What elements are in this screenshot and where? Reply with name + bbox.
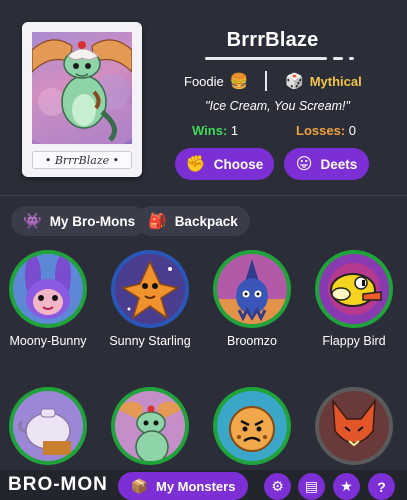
monster-avatar[interactable] <box>315 250 393 328</box>
monster-card[interactable] <box>0 387 96 471</box>
losses-value: 0 <box>348 123 356 138</box>
dragon-avatar-image <box>115 391 185 461</box>
my-monsters-button[interactable]: 📦 My Monsters <box>118 472 248 500</box>
star-icon: ★ <box>340 478 353 494</box>
flappy-bird-avatar-image <box>319 254 389 324</box>
bunny-avatar-image <box>13 254 83 324</box>
monster-name-label: Broomzo <box>226 334 278 348</box>
dice-icon: 🎲 <box>285 72 304 90</box>
trait-foodie: Foodie 🍔 <box>184 70 248 92</box>
fist-icon: ✊ <box>185 156 206 173</box>
tongue-face-icon: 😛 <box>295 156 313 173</box>
teapot-avatar-image <box>13 391 83 461</box>
monster-card[interactable]: Moony-Bunny <box>0 250 96 349</box>
monster-card[interactable] <box>306 387 402 471</box>
name-underline-dot <box>349 57 354 60</box>
losses-stat: Losses: 0 <box>296 123 356 138</box>
bro-mon-logo[interactable]: BRO-MON <box>8 474 108 496</box>
tab-my-bro-mons[interactable]: 👾 My Bro-Mons <box>11 206 148 236</box>
broomzo-avatar-image <box>217 254 287 324</box>
monster-avatar[interactable] <box>111 387 189 465</box>
monster-card[interactable]: Flappy Bird <box>306 250 402 349</box>
dragon-portrait-image <box>32 32 132 144</box>
alien-monster-icon: 👾 <box>23 213 42 230</box>
burger-icon: 🍔 <box>229 72 249 90</box>
wins-stat: Wins: 1 <box>192 123 238 138</box>
trait-row: Foodie 🍔 🎲 Mythical <box>180 70 375 92</box>
starling-avatar-image <box>115 254 185 324</box>
rarity-label: Mythical <box>309 73 362 89</box>
monster-quote: "Ice Cream, You Scream!" <box>205 99 350 113</box>
backpack-icon: 🎒 <box>148 213 167 230</box>
name-underline-dot <box>333 57 343 60</box>
monster-name: BrrrBlaze <box>226 29 319 51</box>
angry-cookie-avatar-image <box>217 391 287 461</box>
monster-card[interactable]: Broomzo <box>204 250 300 349</box>
portrait-caption: • BrrrBlaze • <box>32 151 132 169</box>
monster-avatar[interactable] <box>9 250 87 328</box>
trait-label: Foodie <box>184 73 224 89</box>
monster-card[interactable] <box>204 387 300 471</box>
choose-button[interactable]: ✊ Choose <box>175 148 274 180</box>
deets-button-label: Deets <box>320 156 358 172</box>
monster-name-label: Sunny Starling <box>109 334 191 348</box>
section-divider <box>0 195 407 196</box>
favorites-button[interactable]: ★ <box>333 473 360 500</box>
tab-label: My Bro-Mons <box>49 213 136 229</box>
my-monsters-label: My Monsters <box>155 478 236 494</box>
rarity-mythical: 🎲 Mythical <box>285 70 362 92</box>
monster-name-label: Moony-Bunny <box>9 334 87 348</box>
monster-avatar[interactable] <box>111 250 189 328</box>
deets-button[interactable]: 😛 Deets <box>284 148 369 180</box>
monster-profile-card: • BrrrBlaze • BrrrBlaze Foodie 🍔 🎲 Mythi… <box>0 0 407 195</box>
monster-avatar[interactable] <box>9 387 87 465</box>
fox-avatar-image <box>319 391 389 461</box>
name-underline <box>205 57 327 60</box>
help-button[interactable]: ? <box>368 473 395 500</box>
monster-name-label: Flappy Bird <box>322 334 386 348</box>
wins-value: 1 <box>230 123 239 138</box>
gear-icon: ⚙ <box>271 478 284 494</box>
monster-avatar[interactable] <box>213 250 291 328</box>
monster-card[interactable]: Sunny Starling <box>102 250 198 349</box>
box-icon: 📦 <box>130 477 148 494</box>
chat-icon: ▤ <box>304 478 319 494</box>
monster-avatar[interactable] <box>315 387 393 465</box>
settings-button[interactable]: ⚙ <box>264 473 291 500</box>
chat-button[interactable]: ▤ <box>298 473 325 500</box>
trait-divider <box>265 71 267 91</box>
monster-portrait-frame: • BrrrBlaze • <box>22 22 142 177</box>
help-icon: ? <box>377 478 386 495</box>
choose-button-label: Choose <box>213 156 264 172</box>
monster-avatar[interactable] <box>213 387 291 465</box>
monster-card[interactable] <box>102 387 198 471</box>
losses-label: Losses: <box>296 123 346 138</box>
tab-backpack[interactable]: 🎒 Backpack <box>136 206 250 236</box>
tab-label: Backpack <box>174 213 238 229</box>
bottom-navigation-bar: BRO-MON 📦 My Monsters ⚙ ▤ ★ ? <box>0 470 407 500</box>
wins-label: Wins: <box>192 123 228 138</box>
